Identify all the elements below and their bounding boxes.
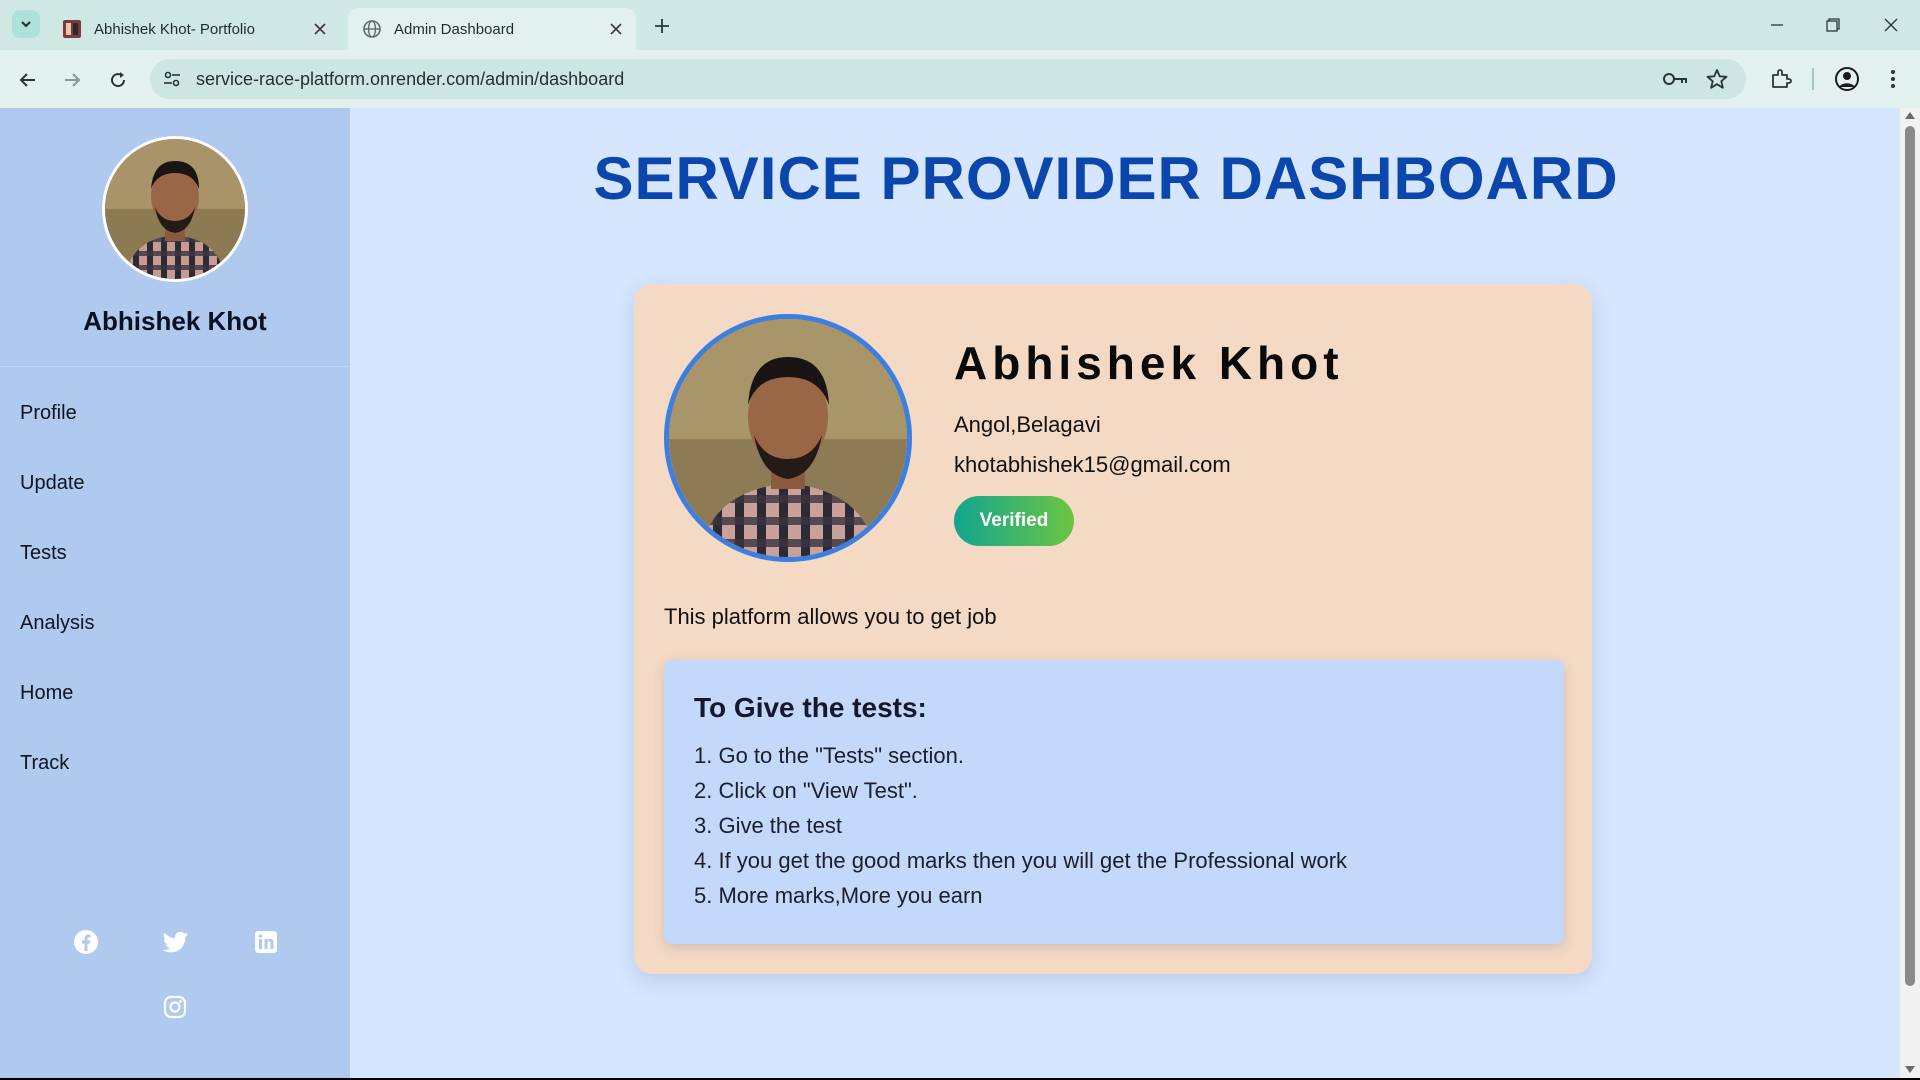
toolbar: service-race-platform.onrender.com/admin… xyxy=(0,50,1920,108)
close-icon[interactable] xyxy=(306,15,334,43)
address-bar[interactable]: service-race-platform.onrender.com/admin… xyxy=(150,59,1746,99)
more-icon[interactable] xyxy=(1878,64,1908,94)
reload-icon[interactable] xyxy=(102,64,134,96)
list-item: 5. More marks,More you earn xyxy=(694,883,983,908)
list-item: 2. Click on "View Test". xyxy=(694,778,918,803)
page-viewport: Abhishek Khot Profile Update Tests Analy… xyxy=(0,108,1920,1078)
back-icon[interactable] xyxy=(12,64,44,96)
minimize-icon[interactable] xyxy=(1760,10,1794,40)
main-content: SERVICE PROVIDER DASHBOARD Abhishek Khot… xyxy=(350,108,1900,1078)
portfolio-favicon-icon xyxy=(63,20,81,38)
instructions-title: To Give the tests: xyxy=(694,692,927,723)
sidebar-username: Abhishek Khot xyxy=(83,306,267,336)
linkedin-icon[interactable] xyxy=(252,928,280,956)
sidebar-item-tests[interactable]: Tests xyxy=(0,518,350,588)
tab-strip: Abhishek Khot- Portfolio Admin Dashboard xyxy=(0,0,1920,50)
twitter-icon[interactable] xyxy=(162,928,190,956)
facebook-icon[interactable] xyxy=(72,928,100,956)
tab-admin-dashboard[interactable]: Admin Dashboard xyxy=(348,8,636,50)
new-tab-icon[interactable] xyxy=(648,12,676,40)
sidebar: Abhishek Khot Profile Update Tests Analy… xyxy=(0,108,350,1078)
profile-email: khotabhishek15@gmail.com xyxy=(954,452,1231,477)
verified-badge: Verified xyxy=(954,496,1074,546)
sidebar-item-analysis[interactable]: Analysis xyxy=(0,588,350,658)
tab-portfolio[interactable]: Abhishek Khot- Portfolio xyxy=(48,8,340,50)
list-item: 4. If you get the good marks then you wi… xyxy=(694,848,1348,873)
instagram-icon[interactable] xyxy=(161,993,189,1021)
close-icon[interactable] xyxy=(602,15,630,43)
scroll-down-icon[interactable] xyxy=(1905,1066,1915,1073)
profile-name: Abhishek Khot xyxy=(954,337,1344,389)
restore-icon[interactable] xyxy=(1816,10,1850,40)
profile-card: Abhishek Khot Angol,Belagavi khotabhishe… xyxy=(634,284,1592,974)
instructions-list: 1. Go to the "Tests" section. 2. Click o… xyxy=(694,738,1347,913)
tab-search-icon[interactable] xyxy=(12,10,40,38)
star-icon[interactable] xyxy=(1706,68,1728,90)
sidebar-menu: Profile Update Tests Analysis Home Track xyxy=(0,378,350,798)
tab-title: Abhishek Khot- Portfolio xyxy=(94,20,255,38)
scroll-up-icon[interactable] xyxy=(1905,112,1915,119)
tab-title: Admin Dashboard xyxy=(394,20,515,38)
vertical-scrollbar[interactable] xyxy=(1900,108,1920,1078)
list-item: 3. Give the test xyxy=(694,813,842,838)
platform-description: This platform allows you to get job xyxy=(664,604,997,629)
profile-location: Angol,Belagavi xyxy=(954,412,1101,437)
window-close-icon[interactable] xyxy=(1874,10,1908,40)
site-info-icon[interactable] xyxy=(162,69,182,89)
globe-icon xyxy=(363,20,381,38)
profile-photo xyxy=(664,314,912,562)
sidebar-item-home[interactable]: Home xyxy=(0,658,350,728)
test-instructions: To Give the tests: 1. Go to the "Tests" … xyxy=(664,660,1564,944)
url-text[interactable]: service-race-platform.onrender.com/admin… xyxy=(196,59,624,99)
avatar xyxy=(102,136,248,282)
sidebar-item-profile[interactable]: Profile xyxy=(0,378,350,448)
profile-icon[interactable] xyxy=(1832,64,1862,94)
sidebar-item-track[interactable]: Track xyxy=(0,728,350,798)
sidebar-item-update[interactable]: Update xyxy=(0,448,350,518)
scrollbar-thumb[interactable] xyxy=(1905,126,1915,986)
forward-icon[interactable] xyxy=(56,64,88,96)
toolbar-separator xyxy=(1812,68,1814,90)
page-title: SERVICE PROVIDER DASHBOARD xyxy=(593,145,1619,212)
key-icon[interactable] xyxy=(1662,69,1688,89)
divider xyxy=(0,366,350,367)
extensions-icon[interactable] xyxy=(1766,64,1796,94)
list-item: 1. Go to the "Tests" section. xyxy=(694,743,964,768)
